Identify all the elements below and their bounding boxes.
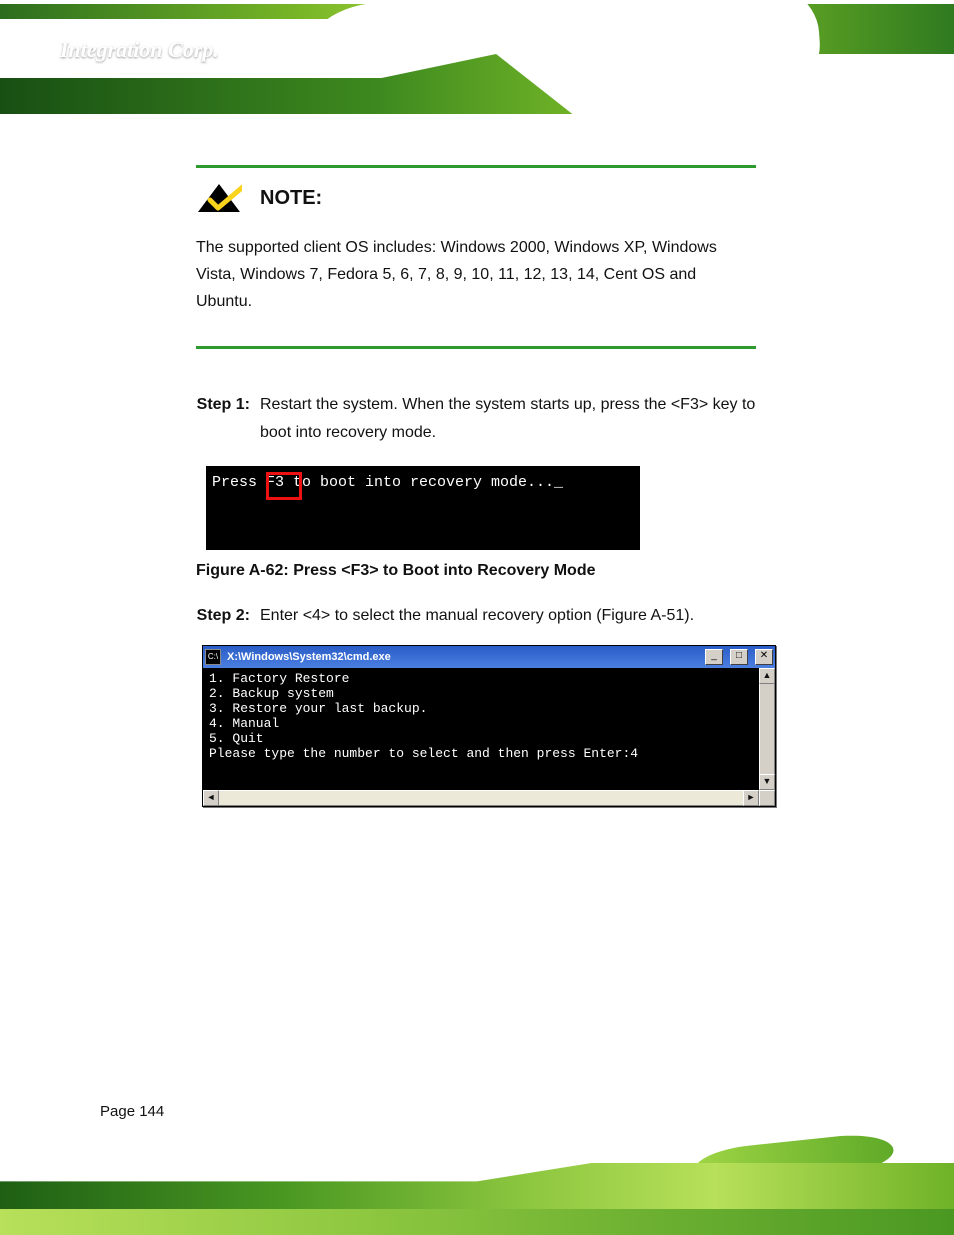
cmd-body: 1. Factory Restore 2. Backup system 3. R… <box>203 668 775 790</box>
figure-caption-1-text: Press <F3> to Boot into Recovery Mode <box>293 562 595 579</box>
note-label: NOTE: <box>260 187 322 210</box>
scroll-right-icon[interactable]: ► <box>743 790 759 806</box>
scroll-down-icon[interactable]: ▼ <box>759 774 775 790</box>
step-2-text: Enter <4> to select the manual recovery … <box>260 602 694 631</box>
page-number: Page 144 <box>100 1103 164 1120</box>
cmd-text: 1. Factory Restore 2. Backup system 3. R… <box>203 668 759 790</box>
note-check-icon <box>196 182 242 214</box>
minimize-button[interactable]: _ <box>705 649 723 665</box>
step-2: Step 2: Enter <4> to select the manual r… <box>196 602 756 631</box>
page: ® Integration Corp. NOTE: The supported … <box>0 0 954 1235</box>
logo-registered: ® <box>48 42 55 53</box>
screenshot-cmd-window: C:\ X:\Windows\System32\cmd.exe _ □ ✕ 1.… <box>202 645 776 807</box>
boot-terminal-text: Press F3 to boot into recovery mode..._ <box>212 474 563 491</box>
scroll-left-icon[interactable]: ◄ <box>203 790 219 806</box>
horizontal-scrollbar[interactable]: ◄ ► <box>203 790 775 806</box>
scrollbar-grip <box>759 790 775 806</box>
step-1-text: Restart the system. When the system star… <box>260 391 756 449</box>
note-header: NOTE: <box>196 182 756 214</box>
close-button[interactable]: ✕ <box>755 649 773 665</box>
vertical-scrollbar[interactable]: ▲ ▼ <box>759 668 775 790</box>
screenshot-boot-terminal: Press F3 to boot into recovery mode..._ <box>206 466 640 550</box>
scroll-up-icon[interactable]: ▲ <box>759 668 775 684</box>
step-1: Step 1: Restart the system. When the sys… <box>196 391 756 449</box>
figure-caption-1-label: Figure A-62: <box>196 562 289 579</box>
step-1-index: Step 1: <box>196 391 250 449</box>
cmd-app-icon: C:\ <box>205 649 221 665</box>
step-2-index: Step 2: <box>196 602 250 631</box>
cmd-titlebar: C:\ X:\Windows\System32\cmd.exe _ □ ✕ <box>203 646 775 668</box>
footer-stripe-upper <box>0 1163 954 1209</box>
vscroll-track[interactable] <box>759 684 775 774</box>
maximize-button[interactable]: □ <box>730 649 748 665</box>
figure-caption-1: Figure A-62: Press <F3> to Boot into Rec… <box>196 562 756 580</box>
logo: ® Integration Corp. <box>40 22 300 77</box>
content-column: NOTE: The supported client OS includes: … <box>196 165 756 813</box>
f3-highlight-box <box>266 472 302 500</box>
note-body: The supported client OS includes: Window… <box>196 234 756 316</box>
hscroll-track[interactable] <box>219 790 743 806</box>
cmd-title-text: X:\Windows\System32\cmd.exe <box>227 651 698 663</box>
footer-banner <box>0 1135 954 1235</box>
logo-text: ® Integration Corp. <box>48 37 219 63</box>
logo-brand: Integration Corp. <box>60 37 219 62</box>
footer-stripe-lower <box>0 1209 954 1235</box>
header-banner: ® Integration Corp. <box>0 0 954 115</box>
divider-top <box>196 165 756 168</box>
